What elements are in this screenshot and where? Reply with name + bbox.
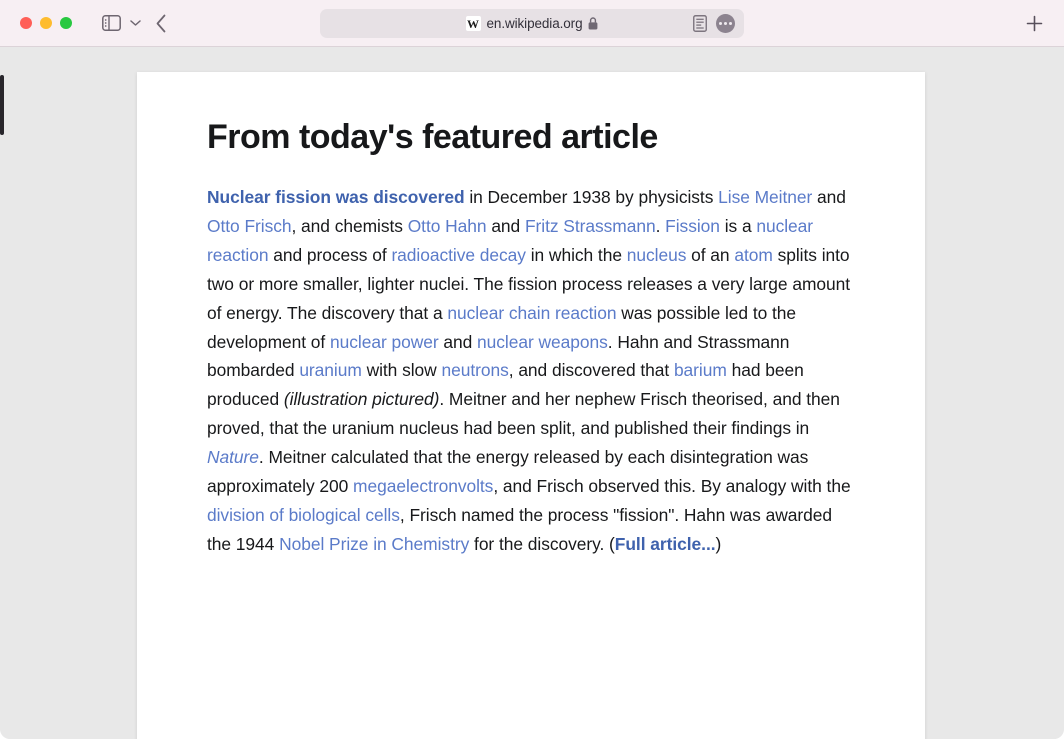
sidebar-icon[interactable] [102,15,121,31]
article-text: with slow [361,360,442,381]
page-viewport: From today's featured article Nuclear fi… [0,47,1064,739]
article-link[interactable]: radioactive decay [391,245,526,265]
browser-toolbar: W en.wikipedia.org [0,0,1064,47]
minimize-window-button[interactable] [40,17,52,29]
close-window-button[interactable] [20,17,32,29]
article-link[interactable]: division of biological cells [207,505,400,525]
article-link[interactable]: megaelectronvolts [353,476,493,496]
reader-view-icon[interactable] [693,15,707,32]
article-text: and [812,187,846,207]
address-bar[interactable]: W en.wikipedia.org [320,9,744,38]
article-text: . [655,215,666,236]
article-body: Nuclear fission was discovered in Decemb… [207,183,857,559]
article-link[interactable]: Nobel Prize in Chemistry [279,534,469,554]
page-title: From today's featured article [207,118,658,156]
article-link[interactable]: nuclear weapons [477,332,608,352]
zoom-window-button[interactable] [60,17,72,29]
article-link[interactable]: Nuclear fission was discovered [207,187,465,207]
article-link[interactable]: uranium [299,360,362,380]
article-link[interactable]: neutrons [441,360,508,380]
article-card: From today's featured article Nuclear fi… [137,72,925,739]
page-scrollbar[interactable] [0,47,4,739]
url-text: en.wikipedia.org [486,16,583,31]
article-link[interactable]: Otto Frisch [207,216,292,236]
address-bar-actions [693,14,735,33]
address-bar-content: W en.wikipedia.org [320,16,744,31]
wikipedia-favicon: W [465,16,481,31]
article-text: of an [686,244,735,265]
article-text: , and discovered that [508,360,674,381]
article-text: and [486,215,525,236]
new-tab-button[interactable] [1022,11,1046,35]
article-link[interactable]: atom [734,245,773,265]
lock-icon [588,17,598,30]
traffic-lights [20,17,72,29]
article-text: in December 1938 by physicists [464,187,719,207]
chevron-down-icon[interactable] [130,19,141,27]
article-link[interactable]: nucleus [627,245,687,265]
article-link[interactable]: nuclear chain reaction [447,303,616,323]
article-link[interactable]: Nature [207,447,259,467]
article-text: , and chemists [291,215,408,236]
article-link[interactable]: Full article... [615,534,716,554]
article-link[interactable]: Otto Hahn [408,216,487,236]
article-link[interactable]: Fission [665,216,720,236]
article-italic-text: (illustration pictured) [283,389,440,410]
article-link[interactable]: Lise Meitner [718,187,812,207]
article-text: , and Frisch observed this. By analogy w… [493,476,851,497]
scrollbar-thumb[interactable] [0,75,4,135]
article-text: and [438,331,478,352]
article-link[interactable]: Fritz Strassmann [525,216,656,236]
article-text: is a [719,215,757,236]
article-content: From today's featured article Nuclear fi… [137,72,925,559]
back-button[interactable] [155,14,167,33]
more-circle-icon[interactable] [716,14,735,33]
browser-window: W en.wikipedia.org From today's featured… [0,0,1064,739]
article-text: for the discovery. ( [469,533,615,554]
article-link[interactable]: nuclear power [330,332,439,352]
article-link[interactable]: barium [674,360,727,380]
article-text: in which the [525,244,627,265]
article-text: ) [715,533,722,554]
article-text: and process of [268,244,392,265]
